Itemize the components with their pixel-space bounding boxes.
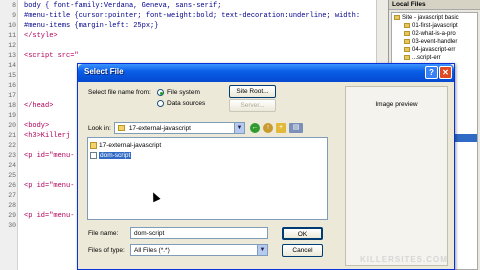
- file-tree-item[interactable]: 03-event-handler: [392, 38, 477, 46]
- folder-icon: [404, 38, 410, 44]
- look-in-dropdown[interactable]: 17-external-javascript ▼: [114, 122, 245, 134]
- line-number: 24: [8, 162, 16, 169]
- folder-icon: [394, 14, 400, 20]
- image-preview-box: Image preview: [345, 86, 448, 266]
- file-tree-item[interactable]: 02-what-is-a-pro: [392, 30, 477, 38]
- chevron-down-icon[interactable]: ▼: [257, 245, 267, 255]
- code-line[interactable]: </head>: [24, 102, 53, 110]
- help-icon: ?: [429, 68, 434, 77]
- line-number: 12: [8, 42, 16, 49]
- site-root-button[interactable]: Site Root...: [229, 85, 276, 98]
- line-number: 18: [8, 102, 16, 109]
- ok-button[interactable]: OK: [282, 227, 323, 240]
- file-list-item-label: 17-external-javascript: [99, 142, 162, 149]
- line-number: 8: [12, 2, 16, 9]
- panel-title: Local Files: [389, 0, 480, 10]
- folder-icon: [404, 54, 410, 60]
- line-number: 30: [8, 222, 16, 229]
- files-of-type-label: Files of type:: [88, 247, 125, 254]
- line-number: 17: [8, 92, 16, 99]
- line-number: 14: [8, 62, 16, 69]
- line-number: 25: [8, 172, 16, 179]
- line-number: 29: [8, 212, 16, 219]
- folder-icon: [404, 46, 410, 52]
- folder-icon: [118, 125, 125, 132]
- code-line[interactable]: <p id="menu-: [24, 212, 74, 220]
- data-sources-radio[interactable]: [157, 100, 164, 107]
- line-number: 23: [8, 152, 16, 159]
- cancel-button[interactable]: Cancel: [282, 244, 323, 257]
- line-number: 26: [8, 182, 16, 189]
- select-from-label: Select file name from:: [88, 89, 151, 96]
- dialog-title: Select File: [84, 67, 124, 76]
- folder-icon: [404, 30, 410, 36]
- new-folder-icon[interactable]: +: [276, 123, 286, 133]
- file-tree-item-label: 03-event-handler: [412, 39, 458, 45]
- file-tree-item-label: 01-first-javascript: [412, 23, 458, 29]
- code-line[interactable]: <h3>Killerj: [24, 132, 70, 140]
- dialog-titlebar[interactable]: Select File ? ✕: [78, 64, 454, 82]
- file-tree-item[interactable]: Site - javascript basic: [392, 14, 477, 22]
- code-line[interactable]: </style>: [24, 32, 58, 40]
- select-file-dialog: Select File ? ✕ Select file name from: F…: [77, 63, 455, 270]
- line-number: 20: [8, 122, 16, 129]
- line-number: 28: [8, 202, 16, 209]
- file-tree-item[interactable]: 04-javascript-err: [392, 46, 477, 54]
- image-preview-label: Image preview: [375, 101, 418, 108]
- file-list-item[interactable]: dom-script: [90, 151, 132, 160]
- files-of-type-value: All Files (*.*): [134, 247, 170, 254]
- file-list-item[interactable]: 17-external-javascript: [90, 141, 161, 150]
- view-menu-icon[interactable]: ▤: [289, 123, 303, 133]
- line-number: 19: [8, 112, 16, 119]
- line-number: 11: [8, 32, 16, 39]
- watermark: KILLERSITES.COM: [360, 255, 448, 264]
- chevron-down-icon[interactable]: ▼: [234, 123, 244, 133]
- folder-icon: [404, 22, 410, 28]
- data-sources-label[interactable]: Data sources: [167, 100, 205, 107]
- line-number: 10: [8, 22, 16, 29]
- line-number-gutter: 8 9 10 11 12 13 14 15 16 17 18 19 20 21 …: [0, 0, 18, 270]
- code-line[interactable]: body { font-family:Verdana, Geneva, sans…: [24, 2, 221, 10]
- line-number: 21: [8, 132, 16, 139]
- file-list-item-label: dom-script: [99, 152, 132, 159]
- line-number: 13: [8, 52, 16, 59]
- code-line[interactable]: <body>: [24, 122, 49, 130]
- help-button[interactable]: ?: [425, 66, 438, 79]
- file-list[interactable]: 17-external-javascript dom-script: [87, 137, 328, 220]
- file-tree-item[interactable]: 01-first-javascript: [392, 22, 477, 30]
- server-button[interactable]: Server...: [229, 99, 276, 112]
- code-line[interactable]: <p id="menu-: [24, 152, 74, 160]
- file-tree-item-label: 02-what-is-a-pro: [412, 31, 456, 37]
- file-tree-item-label: ...script-err: [412, 55, 441, 61]
- code-line[interactable]: <script src=": [24, 52, 79, 60]
- look-in-label: Look in:: [88, 125, 111, 132]
- file-tree-item-label: 04-javascript-err: [412, 47, 456, 53]
- look-in-value: 17-external-javascript: [128, 125, 191, 132]
- file-system-radio[interactable]: [157, 89, 164, 96]
- code-line[interactable]: #menu-title {cursor:pointer; font-weight…: [24, 12, 360, 20]
- file-tree-item[interactable]: ...script-err: [392, 54, 477, 62]
- code-line[interactable]: #menu-items {margin-left: 25px;}: [24, 22, 158, 30]
- file-system-label[interactable]: File system: [167, 89, 200, 96]
- line-number: 15: [8, 72, 16, 79]
- close-button[interactable]: ✕: [439, 66, 452, 79]
- line-number: 27: [8, 192, 16, 199]
- document-icon: [90, 151, 97, 159]
- line-number: 9: [12, 12, 16, 19]
- file-tree-item-label: Site - javascript basic: [402, 15, 459, 21]
- file-name-label: File name:: [88, 230, 119, 237]
- folder-icon: [90, 141, 97, 149]
- line-number: 22: [8, 142, 16, 149]
- up-folder-icon[interactable]: ↑: [263, 123, 273, 133]
- files-of-type-dropdown[interactable]: All Files (*.*) ▼: [130, 244, 268, 256]
- close-icon: ✕: [442, 68, 449, 77]
- line-number: 16: [8, 82, 16, 89]
- file-name-input[interactable]: dom-script: [130, 227, 268, 239]
- code-line[interactable]: <p id="menu-: [24, 182, 74, 190]
- back-icon[interactable]: ←: [250, 123, 260, 133]
